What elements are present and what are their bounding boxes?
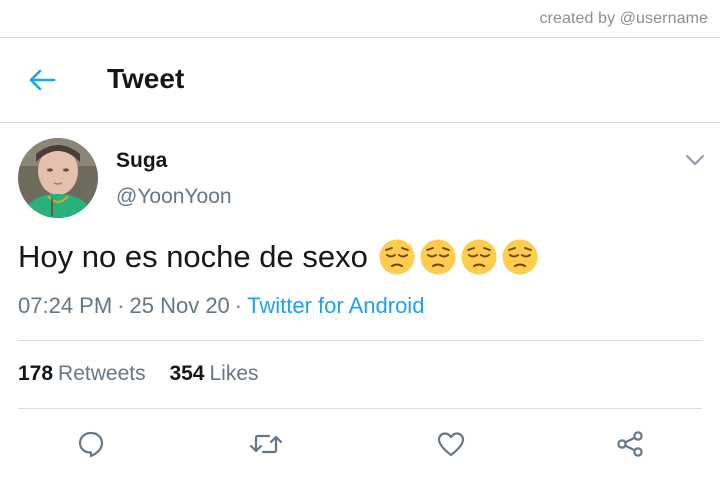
divider xyxy=(18,408,702,409)
retweet-icon xyxy=(249,434,283,454)
more-options-button[interactable] xyxy=(682,150,708,170)
reply-icon xyxy=(78,431,104,458)
share-icon xyxy=(617,431,643,457)
share-button[interactable] xyxy=(610,424,650,464)
reply-button[interactable] xyxy=(71,424,111,464)
action-bar xyxy=(0,420,720,468)
tweet-source-link[interactable]: Twitter for Android xyxy=(247,293,424,318)
retweets-number: 178 xyxy=(18,362,54,385)
avatar[interactable] xyxy=(18,138,98,218)
watermark: created by @username xyxy=(539,10,708,27)
divider xyxy=(18,340,702,341)
arrow-left-icon xyxy=(29,69,56,91)
chevron-down-icon xyxy=(686,155,704,165)
emoji-group xyxy=(378,238,539,276)
tweet-text: Hoy no es noche de sexo xyxy=(18,239,368,274)
page-title: Tweet xyxy=(107,63,185,94)
pensive-face-emoji xyxy=(461,239,497,275)
likes-number: 354 xyxy=(169,362,205,385)
tweet-detail-screen: created by @username Tweet Suga @YoonYoo… xyxy=(0,0,720,488)
like-button[interactable] xyxy=(431,424,471,464)
app-header: Tweet xyxy=(0,38,720,123)
retweets-label: Retweets xyxy=(58,362,146,385)
tweet-date: 25 Nov 20 xyxy=(129,293,230,318)
tweet-body: Hoy no es noche de sexo xyxy=(18,238,539,276)
avatar-image xyxy=(18,138,98,218)
meta-separator: · xyxy=(234,293,243,318)
likes-label: Likes xyxy=(209,362,259,385)
back-button[interactable] xyxy=(22,62,62,98)
pensive-face-emoji xyxy=(420,239,456,275)
meta-separator: · xyxy=(117,293,125,318)
likes-count[interactable]: 354 Likes xyxy=(169,362,258,386)
tweet-time: 07:24 PM xyxy=(18,293,113,318)
retweet-button[interactable] xyxy=(246,424,286,464)
author-handle[interactable]: @YoonYoon xyxy=(116,185,232,209)
author-name[interactable]: Suga xyxy=(116,149,167,173)
pensive-face-emoji xyxy=(379,239,415,275)
heart-icon xyxy=(437,432,465,457)
retweets-count[interactable]: 178 Retweets xyxy=(18,362,146,386)
pensive-face-emoji xyxy=(502,239,538,275)
tweet-meta: 07:24 PM · 25 Nov 20 · Twitter for Android xyxy=(18,293,424,319)
engagement-stats: 178 Retweets 354 Likes xyxy=(18,362,259,386)
